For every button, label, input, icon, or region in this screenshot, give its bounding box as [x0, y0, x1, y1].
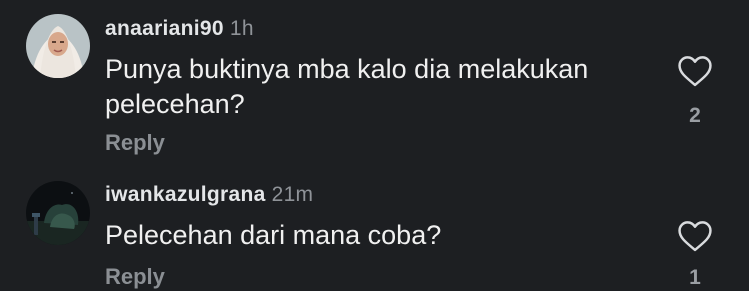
comment-text: Punya buktinya mba kalo dia melakukan pe…: [105, 54, 589, 119]
like-count: 1: [689, 266, 701, 289]
heart-icon[interactable]: [676, 54, 714, 88]
username[interactable]: iwankazulgrana 21m: [105, 183, 313, 207]
heart-icon[interactable]: [676, 219, 714, 253]
username-text[interactable]: iwankazulgrana: [105, 183, 266, 206]
username-text[interactable]: anaariani90: [105, 17, 224, 40]
timestamp: 1h: [229, 17, 254, 40]
like-count: 2: [689, 104, 701, 127]
reply-button[interactable]: Reply: [105, 264, 165, 290]
timestamp: 21m: [271, 183, 314, 206]
avatar[interactable]: [26, 181, 90, 245]
avatar[interactable]: [26, 14, 90, 78]
comment-text: Pelecehan dari mana coba?: [105, 220, 442, 250]
username[interactable]: anaariani90 1h: [105, 17, 254, 41]
reply-button[interactable]: Reply: [105, 130, 165, 156]
